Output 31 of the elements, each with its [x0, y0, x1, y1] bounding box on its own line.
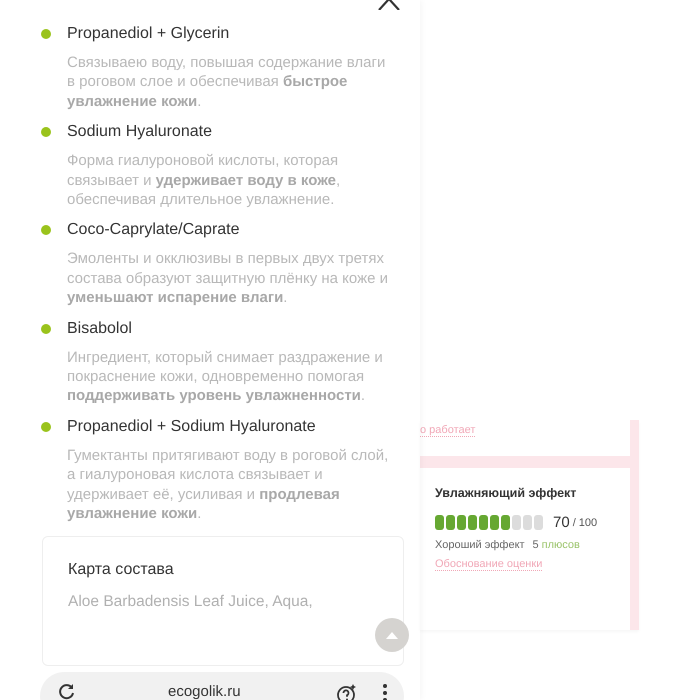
- ingredient-name: Propanediol + Sodium Hyaluronate: [67, 416, 316, 437]
- ingredient-description: Связываею воду, повышая содержание влаги в роговом слое и обеспечивая быстрое увлажнение кожи.: [67, 53, 386, 112]
- ingredient-name: Bisabolol: [67, 318, 132, 339]
- rating-basis-link[interactable]: Обоснование оценки: [435, 558, 542, 571]
- bullet-icon: [41, 324, 51, 334]
- bullet-icon: [41, 29, 51, 39]
- ingredient-description: Эмоленты и окклюзивы в первых двух третях состава образуют защитную плёнку на коже и уменьшают испарение влаги.: [67, 249, 390, 308]
- help-icon[interactable]: [336, 683, 358, 700]
- ingredient-name: Propanediol + Glycerin: [67, 24, 230, 44]
- link[interactable]: о работает: [420, 424, 476, 437]
- ingredient-name: Sodium Hyaluronate: [67, 122, 212, 142]
- bullet-icon: [41, 127, 51, 138]
- score-value: 70: [553, 514, 570, 531]
- reload-icon[interactable]: [58, 683, 76, 700]
- browser-address-bar[interactable]: ecogolik.ru: [40, 672, 404, 700]
- bullet-icon: [41, 422, 51, 432]
- ingredient-list-text: Aloe Barbadensis Leaf Juice, Aqua,: [68, 592, 314, 610]
- more-icon[interactable]: [382, 683, 388, 700]
- ingredient-description: Гумектанты притягивают воду в роговой слой, а гиалуроновая кислота связывает и удерживает её, усиливая и продлевая увлажнение кожи.: [67, 446, 390, 524]
- pluses-count: 5: [532, 539, 539, 551]
- ingredient-description: Форма гиалуроновой кислоты, которая связывает и удерживает воду в коже, обеспечивая длительное увлажнение.: [67, 151, 342, 210]
- ingredient-description: Ингредиент, который снимает раздражение и покраснение кожи, одновременно помогая поддерживать уровень увлажненности.: [67, 348, 384, 406]
- url-text: ecogolik.ru: [168, 683, 241, 700]
- card-title: Карта состава: [68, 560, 175, 578]
- rating-title: Увлажняющий эффект: [435, 486, 576, 500]
- caret-icon: [386, 631, 398, 639]
- score-max: / 100: [572, 516, 598, 528]
- pluses-label: плюсов: [542, 539, 580, 551]
- ingredient-name: Coco-Caprylate/Caprate: [67, 220, 240, 240]
- verdict-text: Хороший эффект: [435, 539, 525, 551]
- bullet-icon: [41, 225, 51, 236]
